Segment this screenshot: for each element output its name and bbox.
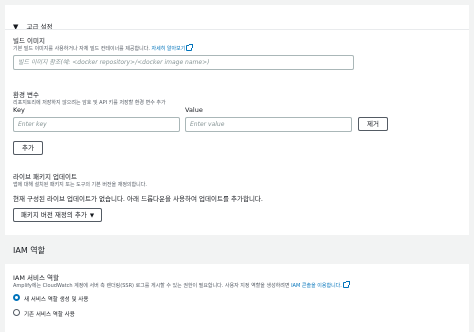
advanced-settings-panel: ▼ 고급 설정 빌드 이미지 기본 빌드 이미지를 사용하거나 자체 빌드 컨테… bbox=[5, 5, 469, 332]
existing-service-role-label[interactable]: 기존 서비스 역할 사용 bbox=[24, 310, 75, 318]
build-image-label: 빌드 이미지 bbox=[13, 37, 45, 45]
package-updates-description: 앱에 대해 설치된 패키지 또는 도구의 기본 버전을 재정의합니다. bbox=[13, 182, 147, 188]
add-env-var-button[interactable]: 추가 bbox=[13, 141, 43, 155]
header-divider bbox=[5, 29, 469, 30]
learn-more-link[interactable]: 자세히 알아보기 bbox=[152, 46, 186, 52]
key-column-header: Key bbox=[13, 106, 25, 114]
package-override-dropdown-label: 패키지 버전 재정의 추가 bbox=[20, 211, 87, 219]
external-link-icon bbox=[342, 281, 350, 288]
build-image-description: 기본 빌드 이미지를 사용하거나 자체 빌드 컨테이너를 제공합니다. 자세히 … bbox=[13, 44, 194, 52]
value-column-header: Value bbox=[185, 106, 203, 114]
build-image-description-text: 기본 빌드 이미지를 사용하거나 자체 빌드 컨테이너를 제공합니다. bbox=[13, 46, 150, 52]
package-override-dropdown[interactable]: 패키지 버전 재정의 추가 ▼ bbox=[13, 208, 102, 222]
iam-console-link[interactable]: IAM 콘솔을 이용합니다. bbox=[291, 283, 342, 289]
env-key-input[interactable]: Enter key bbox=[13, 117, 180, 132]
existing-service-role-radio[interactable] bbox=[13, 309, 20, 316]
build-image-input[interactable]: 빌드 이미지 참조(예: <docker repository>/<docker… bbox=[13, 55, 354, 70]
package-updates-label: 라이브 패키지 업데이트 bbox=[13, 173, 77, 181]
iam-service-role-label: IAM 서비스 역할 bbox=[13, 274, 60, 282]
iam-description-text: Amplify에는 CloudWatch 계정에 서버 측 렌더링(SSR) 로… bbox=[13, 283, 290, 289]
external-link-icon bbox=[186, 44, 194, 51]
advanced-settings-header[interactable]: ▼ 고급 설정 bbox=[13, 14, 52, 33]
caret-down-icon: ▼ bbox=[89, 213, 95, 219]
new-service-role-radio[interactable] bbox=[13, 294, 20, 301]
env-vars-description: 리포지토리에 저장하지 않으려는 암호 및 API 키를 저장할 환경 변수 추… bbox=[13, 100, 166, 106]
new-service-role-label[interactable]: 새 서비스 역할 생성 및 사용 bbox=[24, 295, 88, 303]
iam-description: Amplify에는 CloudWatch 계정에 서버 측 렌더링(SSR) 로… bbox=[13, 281, 350, 289]
iam-role-title: IAM 역할 bbox=[13, 246, 45, 255]
env-vars-label: 환경 변수 bbox=[13, 91, 39, 99]
remove-env-var-button[interactable]: 제거 bbox=[358, 117, 388, 131]
env-value-input[interactable]: Enter value bbox=[185, 117, 352, 132]
iam-role-section-header: IAM 역할 bbox=[5, 235, 469, 264]
package-updates-note: 현재 구성된 라이브 업데이트가 없습니다. 아래 드롭다운을 사용하여 업데이… bbox=[13, 195, 263, 203]
